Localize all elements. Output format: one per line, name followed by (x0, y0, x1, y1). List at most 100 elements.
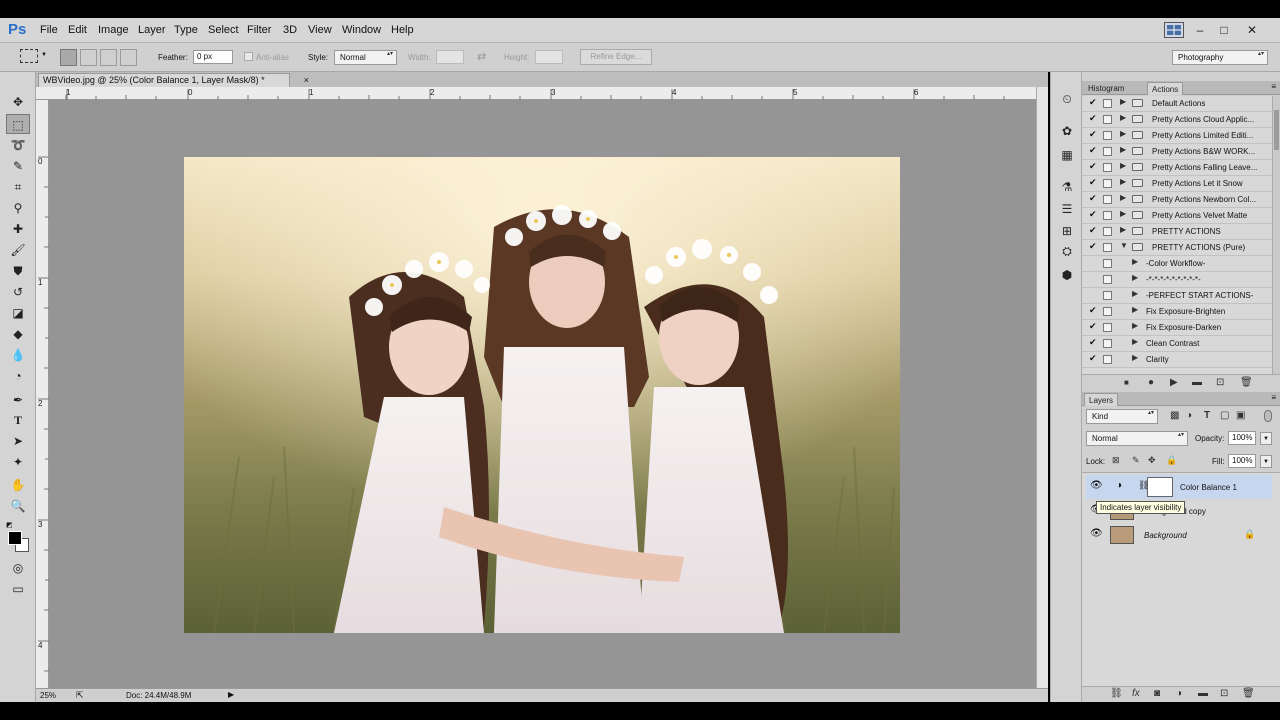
menu-file[interactable]: File (40, 24, 58, 36)
dialog-toggle-box[interactable] (1103, 227, 1112, 236)
dialog-toggle-box[interactable] (1103, 163, 1112, 172)
intersect-selection-button[interactable] (120, 49, 137, 66)
dodge-tool-icon[interactable]: ◔ (6, 366, 30, 386)
filter-type-icon[interactable]: T (1204, 410, 1210, 421)
filter-pixel-icon[interactable]: ▩ (1170, 410, 1179, 421)
dialog-toggle-box[interactable] (1103, 275, 1112, 284)
move-tool-icon[interactable]: ✥ (6, 92, 30, 112)
hand-tool-icon[interactable]: ✋ (6, 475, 30, 495)
action-toggle-check-icon[interactable]: ✔ (1089, 209, 1097, 220)
eraser-tool-icon[interactable]: ◪ (6, 303, 30, 323)
action-toggle-check-icon[interactable]: ✔ (1089, 113, 1097, 124)
menu-edit[interactable]: Edit (68, 24, 87, 36)
action-row[interactable]: ✔ ▶ Clarity (1082, 352, 1272, 368)
foreground-color-swatch[interactable] (8, 531, 22, 545)
action-toggle-check-icon[interactable]: ✔ (1089, 145, 1097, 156)
paint-bucket-tool-icon[interactable]: ◆ (6, 324, 30, 344)
shape-tool-icon[interactable]: ✦ (6, 452, 30, 472)
collapsed-arrow-icon[interactable]: ▶ (1120, 113, 1126, 122)
dialog-toggle-box[interactable] (1103, 179, 1112, 188)
action-toggle-check-icon[interactable]: ✔ (1089, 337, 1097, 348)
action-toggle-check-icon[interactable]: ✔ (1089, 321, 1097, 332)
new-adjustment-icon[interactable]: ◑ (1176, 688, 1182, 699)
action-toggle-check-icon[interactable]: ✔ (1089, 353, 1097, 364)
new-set-icon[interactable]: ▬ (1192, 377, 1202, 388)
action-toggle-check-icon[interactable]: ✔ (1089, 97, 1097, 108)
new-group-icon[interactable]: ▬ (1198, 688, 1208, 699)
filter-adjustment-icon[interactable]: ◑ (1186, 410, 1192, 421)
menu-help[interactable]: Help (391, 24, 414, 36)
adjustments-panel-icon[interactable]: ⚗ (1057, 178, 1077, 196)
panel-menu-icon[interactable]: ≡ (1271, 82, 1276, 91)
collapsed-arrow-icon[interactable]: ▶ (1132, 289, 1138, 298)
filter-shape-icon[interactable]: ▢ (1220, 410, 1229, 421)
type-tool-icon[interactable]: T (6, 410, 30, 430)
action-row[interactable]: ▶ -Color Workflow- (1082, 256, 1272, 272)
visibility-eye-icon[interactable]: 👁 (1090, 528, 1103, 539)
collapsed-arrow-icon[interactable]: ▶ (1132, 257, 1138, 266)
action-toggle-check-icon[interactable]: ✔ (1089, 161, 1097, 172)
action-toggle-check-icon[interactable]: ✔ (1089, 241, 1097, 252)
3d-panel-icon[interactable]: ⬢ (1057, 266, 1077, 284)
action-row[interactable]: ✔ ▶ Clean Contrast (1082, 336, 1272, 352)
action-row[interactable]: ✔ ▶ Pretty Actions Newborn Col... (1082, 192, 1272, 208)
collapsed-arrow-icon[interactable]: ▶ (1120, 129, 1126, 138)
new-layer-icon[interactable]: ⊡ (1220, 688, 1228, 699)
clone-stamp-tool-icon[interactable]: ⛊ (6, 261, 30, 281)
action-row[interactable]: ✔ ▶ Pretty Actions B&W WORK... (1082, 144, 1272, 160)
dialog-toggle-box[interactable] (1103, 195, 1112, 204)
link-layers-icon[interactable]: ⛓ (1110, 688, 1123, 699)
menu-window[interactable]: Window (342, 24, 381, 36)
opacity-input[interactable]: 100% (1228, 431, 1256, 445)
dialog-toggle-box[interactable] (1103, 115, 1112, 124)
action-row[interactable]: ▶ -PERFECT START ACTIONS- (1082, 288, 1272, 304)
tab-layers[interactable]: Layers (1084, 393, 1119, 406)
dialog-toggle-box[interactable] (1103, 307, 1112, 316)
expanded-arrow-icon[interactable]: ▼ (1120, 241, 1128, 250)
action-row[interactable]: ✔ ▶ Pretty Actions Let it Snow (1082, 176, 1272, 192)
lock-all-icon[interactable]: 🔒 (1166, 455, 1177, 466)
lock-transparent-icon[interactable]: ⊠ (1112, 455, 1120, 466)
lock-pixels-icon[interactable]: ✎ (1132, 455, 1140, 466)
dialog-toggle-box[interactable] (1103, 323, 1112, 332)
refine-edge-button[interactable]: Refine Edge... (580, 49, 652, 65)
style-select[interactable]: Normal (334, 50, 397, 65)
play-icon[interactable]: ▶ (1170, 377, 1178, 388)
filter-smart-object-icon[interactable]: ▣ (1236, 410, 1245, 421)
collapsed-arrow-icon[interactable]: ▶ (1120, 225, 1126, 234)
dialog-toggle-box[interactable] (1103, 131, 1112, 140)
actions-scrollbar[interactable] (1272, 96, 1280, 378)
layers-panel-menu-icon[interactable]: ≡ (1271, 393, 1276, 402)
layer-style-icon[interactable]: fx (1132, 688, 1140, 699)
collapsed-arrow-icon[interactable]: ▶ (1120, 145, 1126, 154)
tab-histogram[interactable]: Histogram (1084, 82, 1128, 95)
layer-thumbnail[interactable] (1110, 526, 1134, 544)
dialog-toggle-box[interactable] (1103, 147, 1112, 156)
action-row[interactable]: ✔ ▶ Fix Exposure-Brighten (1082, 304, 1272, 320)
quick-select-tool-icon[interactable]: ✎ (6, 156, 30, 176)
document-image[interactable] (184, 157, 900, 633)
color-panel-icon[interactable]: ✿ (1057, 122, 1077, 140)
filter-toggle[interactable] (1264, 410, 1272, 422)
stop-icon[interactable]: ■ (1124, 378, 1129, 387)
action-row[interactable]: ✔ ▶ Pretty Actions Falling Leave... (1082, 160, 1272, 176)
new-selection-button[interactable] (60, 49, 77, 66)
antialias-checkbox[interactable] (244, 52, 253, 61)
opacity-dropdown-icon[interactable]: ▼ (1260, 432, 1272, 445)
action-toggle-check-icon[interactable]: ✔ (1089, 177, 1097, 188)
blur-tool-icon[interactable]: 💧 (6, 345, 30, 365)
eyedropper-tool-icon[interactable]: ⚲ (6, 198, 30, 218)
brush-tool-icon[interactable]: 🖌 (6, 240, 30, 260)
menu-select[interactable]: Select (208, 24, 239, 36)
action-row[interactable]: ✔ ▶ Pretty Actions Cloud Applic... (1082, 112, 1272, 128)
close-tab-icon[interactable]: × (304, 74, 309, 86)
dialog-toggle-box[interactable] (1103, 291, 1112, 300)
feather-input[interactable]: 0 px (193, 50, 233, 64)
swap-icon[interactable]: ⇄ (477, 50, 486, 63)
collapsed-arrow-icon[interactable]: ▶ (1132, 337, 1138, 346)
layer-mask-thumbnail[interactable] (1147, 477, 1173, 497)
action-toggle-check-icon[interactable]: ✔ (1089, 129, 1097, 140)
layer-row-color-balance[interactable]: 👁 ◑ ⛓ Color Balance 1 (1086, 475, 1272, 499)
pen-tool-icon[interactable]: ✒ (6, 390, 30, 410)
status-menu-arrow-icon[interactable]: ▶ (228, 690, 234, 699)
